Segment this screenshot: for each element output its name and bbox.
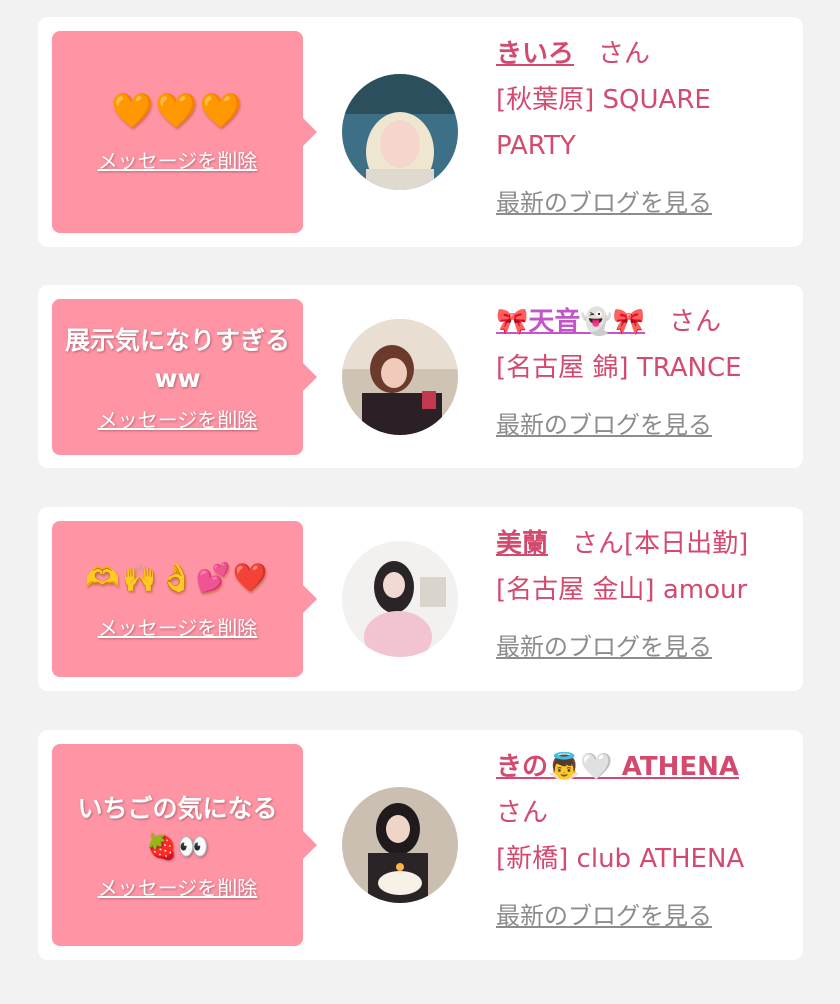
honorific: さん — [598, 39, 651, 69]
shop-label: [名古屋 金山] amour — [496, 575, 748, 605]
honorific: さん[本日出勤] — [572, 529, 749, 559]
message-bubble: 展示気になりすぎるww メッセージを削除 — [52, 299, 317, 455]
honorific: さん — [669, 307, 722, 337]
shop-label: [新橋] club ATHENA — [496, 844, 745, 874]
message-list: 🧡🧡🧡 メッセージを削除 きいろ さん [秋葉原] SQUARE PARTY 最新… — [0, 0, 840, 1004]
name-line: 🎀天音👻🎀 さん — [496, 299, 796, 345]
name-line: きいろ さん — [496, 31, 796, 77]
delete-message-link[interactable]: メッセージを削除 — [98, 872, 258, 901]
cast-name-link[interactable]: きいろ — [496, 39, 574, 69]
cast-info: きいろ さん [秋葉原] SQUARE PARTY 最新のブログを見る — [496, 31, 796, 218]
message-bubble: 🧡🧡🧡 メッセージを削除 — [52, 31, 317, 233]
message-card: いちごの気になる🍓👀 メッセージを削除 きの👼🤍 ATHENA さん [新橋] … — [38, 730, 803, 960]
message-text: 展示気になりすぎるww — [64, 325, 290, 393]
avatar[interactable] — [342, 74, 458, 190]
message-card: 展示気になりすぎるww メッセージを削除 🎀天音👻🎀 さん [名古屋 錦] TRA… — [38, 285, 803, 468]
name-line: 美蘭 さん[本日出勤] — [496, 521, 796, 567]
delete-message-link[interactable]: メッセージを削除 — [98, 404, 258, 433]
message-card: 🧡🧡🧡 メッセージを削除 きいろ さん [秋葉原] SQUARE PARTY 最新… — [38, 17, 803, 247]
honorific-line: さん — [496, 790, 796, 836]
message-emoji: 🫶🙌👌💕❤️ — [85, 560, 270, 594]
cast-name-link[interactable]: 美蘭 — [496, 529, 548, 559]
message-bubble: いちごの気になる🍓👀 メッセージを削除 — [52, 744, 317, 946]
cast-name-link[interactable]: 🎀天音👻🎀 — [496, 307, 645, 337]
cast-name-link[interactable]: きの👼🤍 ATHENA — [496, 752, 739, 782]
message-card: 🫶🙌👌💕❤️ メッセージを削除 美蘭 さん[本日出勤] [名古屋 金山] amou… — [38, 507, 803, 691]
shop-label: [名古屋 錦] TRANCE — [496, 353, 742, 383]
message-text: いちごの気になる🍓👀 — [77, 793, 278, 861]
avatar[interactable] — [342, 541, 458, 657]
cast-info: 美蘭 さん[本日出勤] [名古屋 金山] amour 最新のブログを見る — [496, 521, 796, 662]
avatar[interactable] — [342, 319, 458, 435]
message-emoji: 🧡🧡🧡 — [110, 90, 244, 131]
cast-info: 🎀天音👻🎀 さん [名古屋 錦] TRANCE 最新のブログを見る — [496, 299, 796, 440]
latest-blog-link[interactable]: 最新のブログを見る — [496, 627, 712, 662]
honorific: さん — [496, 798, 549, 828]
name-line: きの👼🤍 ATHENA — [496, 744, 796, 790]
delete-message-link[interactable]: メッセージを削除 — [98, 145, 258, 174]
shop-label: [秋葉原] SQUARE PARTY — [496, 85, 711, 161]
cast-info: きの👼🤍 ATHENA さん [新橋] club ATHENA 最新のブログを見… — [496, 744, 796, 931]
latest-blog-link[interactable]: 最新のブログを見る — [496, 183, 712, 218]
latest-blog-link[interactable]: 最新のブログを見る — [496, 896, 712, 931]
latest-blog-link[interactable]: 最新のブログを見る — [496, 405, 712, 440]
avatar[interactable] — [342, 787, 458, 903]
message-bubble: 🫶🙌👌💕❤️ メッセージを削除 — [52, 521, 317, 677]
delete-message-link[interactable]: メッセージを削除 — [98, 612, 258, 641]
